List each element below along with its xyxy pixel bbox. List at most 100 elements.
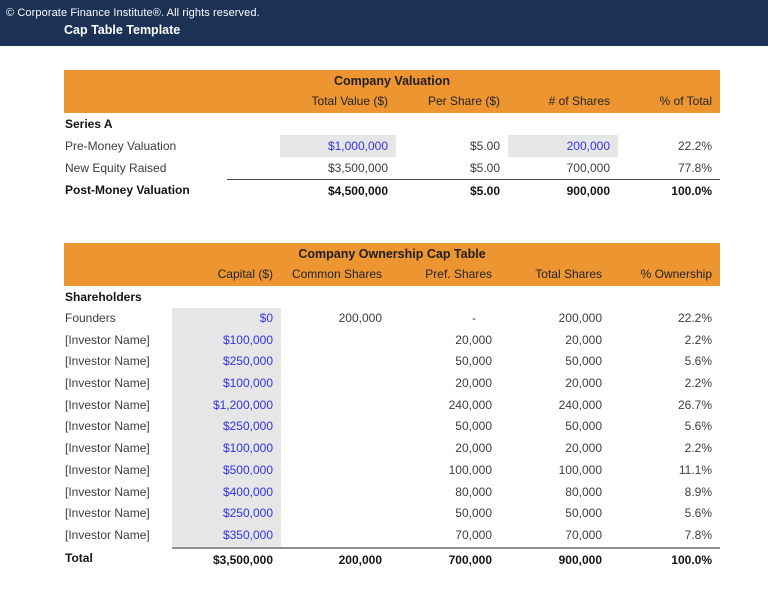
cap-table-header-row: Capital ($) Common Shares Pref. Shares T… [64, 264, 720, 286]
pct-ownership: 5.6% [610, 351, 720, 373]
table-row-post-money-total: Post-Money Valuation $4,500,000 $5.00 90… [64, 179, 720, 201]
per-share-value: $5.00 [396, 157, 508, 179]
capital-input[interactable]: $250,000 [172, 416, 281, 438]
pct-ownership: 2.2% [610, 438, 720, 460]
shareholder-name: [Investor Name] [64, 416, 172, 438]
capital-input[interactable]: $350,000 [172, 525, 281, 547]
capital-input[interactable]: $100,000 [172, 330, 281, 352]
common-shares [281, 525, 390, 547]
capital-input[interactable]: $250,000 [172, 503, 281, 525]
total-value: $3,500,000 [280, 157, 396, 179]
table-row-investor: [Investor Name] $100,000 20,000 20,000 2… [64, 330, 720, 352]
section-label: Series A [64, 113, 227, 135]
common-shares [281, 482, 390, 504]
capital-input[interactable]: $100,000 [172, 438, 281, 460]
column-header-per-share: Per Share ($) [396, 91, 508, 113]
total-value: $4,500,000 [280, 179, 396, 201]
pct-ownership: 7.8% [610, 525, 720, 547]
shareholder-name: [Investor Name] [64, 503, 172, 525]
section-row-series-a: Series A [64, 113, 720, 135]
total-pref-shares: 700,000 [390, 547, 500, 569]
pct-ownership: 5.6% [610, 503, 720, 525]
capital-input[interactable]: $1,200,000 [172, 395, 281, 417]
table-row-investor: [Investor Name] $500,000 100,000 100,000… [64, 460, 720, 482]
pref-shares: 80,000 [390, 482, 500, 504]
row-label: Post-Money Valuation [64, 179, 227, 201]
table-row-founders: Founders $0 200,000 - 200,000 22.2% [64, 308, 720, 330]
valuation-header-row: Total Value ($) Per Share ($) # of Share… [64, 91, 720, 113]
pct-ownership: 26.7% [610, 395, 720, 417]
pct-value: 22.2% [618, 135, 720, 157]
table-row-investor: [Investor Name] $350,000 70,000 70,000 7… [64, 525, 720, 547]
table-row-investor: [Investor Name] $250,000 50,000 50,000 5… [64, 416, 720, 438]
column-header-pct-ownership: % Ownership [610, 264, 720, 286]
total-shares: 80,000 [500, 482, 610, 504]
pref-shares: 50,000 [390, 503, 500, 525]
shareholder-name: [Investor Name] [64, 438, 172, 460]
table-row-investor: [Investor Name] $400,000 80,000 80,000 8… [64, 482, 720, 504]
section-label: Shareholders [64, 286, 172, 308]
copyright-text: © Corporate Finance Institute®. All righ… [0, 0, 768, 19]
common-shares: 200,000 [281, 308, 390, 330]
capital-input[interactable]: $100,000 [172, 373, 281, 395]
column-header-capital: Capital ($) [172, 264, 281, 286]
common-shares [281, 395, 390, 417]
common-shares [281, 330, 390, 352]
pref-shares: 240,000 [390, 395, 500, 417]
section-row-shareholders: Shareholders [64, 286, 720, 308]
pct-value: 77.8% [618, 157, 720, 179]
pct-ownership: 8.9% [610, 482, 720, 504]
capital-input[interactable]: $400,000 [172, 482, 281, 504]
column-header-total-value: Total Value ($) [280, 91, 396, 113]
ownership-cap-table: Company Ownership Cap Table Capital ($) … [64, 243, 720, 569]
total-shares: 20,000 [500, 438, 610, 460]
pref-shares: - [390, 308, 500, 330]
pref-shares: 20,000 [390, 330, 500, 352]
total-shares: 50,000 [500, 351, 610, 373]
total-shares: 20,000 [500, 330, 610, 352]
table-row-investor: [Investor Name] $1,200,000 240,000 240,0… [64, 395, 720, 417]
pref-shares: 70,000 [390, 525, 500, 547]
common-shares [281, 351, 390, 373]
pref-shares: 50,000 [390, 351, 500, 373]
total-pct-ownership: 100.0% [610, 547, 720, 569]
table-row-investor: [Investor Name] $250,000 50,000 50,000 5… [64, 503, 720, 525]
table-row-total: Total $3,500,000 200,000 700,000 900,000… [64, 547, 720, 569]
row-label: Pre-Money Valuation [64, 135, 227, 157]
total-label: Total [64, 547, 172, 569]
pre-money-value-input[interactable]: $1,000,000 [280, 135, 396, 157]
pre-money-shares-input[interactable]: 200,000 [508, 135, 618, 157]
page-title: Cap Table Template [0, 19, 768, 37]
capital-input[interactable]: $0 [172, 308, 281, 330]
pct-ownership: 2.2% [610, 330, 720, 352]
total-shares: 70,000 [500, 525, 610, 547]
common-shares [281, 460, 390, 482]
total-total-shares: 900,000 [500, 547, 610, 569]
table-row-investor: [Investor Name] $100,000 20,000 20,000 2… [64, 438, 720, 460]
pref-shares: 20,000 [390, 438, 500, 460]
common-shares [281, 438, 390, 460]
column-header-total-shares: Total Shares [500, 264, 610, 286]
shareholder-name: [Investor Name] [64, 482, 172, 504]
common-shares [281, 416, 390, 438]
total-shares: 50,000 [500, 503, 610, 525]
table-row-investor: [Investor Name] $250,000 50,000 50,000 5… [64, 351, 720, 373]
shares-value: 900,000 [508, 179, 618, 201]
capital-input[interactable]: $250,000 [172, 351, 281, 373]
shareholder-name: [Investor Name] [64, 373, 172, 395]
total-shares: 20,000 [500, 373, 610, 395]
column-header-common-shares: Common Shares [281, 264, 390, 286]
common-shares [281, 373, 390, 395]
column-header-num-shares: # of Shares [508, 91, 618, 113]
total-shares: 200,000 [500, 308, 610, 330]
pct-value: 100.0% [618, 179, 720, 201]
capital-input[interactable]: $500,000 [172, 460, 281, 482]
pref-shares: 20,000 [390, 373, 500, 395]
shareholder-name: [Investor Name] [64, 330, 172, 352]
per-share-value: $5.00 [396, 179, 508, 201]
shares-value: 700,000 [508, 157, 618, 179]
shareholder-name: Founders [64, 308, 172, 330]
per-share-value: $5.00 [396, 135, 508, 157]
pref-shares: 50,000 [390, 416, 500, 438]
shareholder-name: [Investor Name] [64, 525, 172, 547]
